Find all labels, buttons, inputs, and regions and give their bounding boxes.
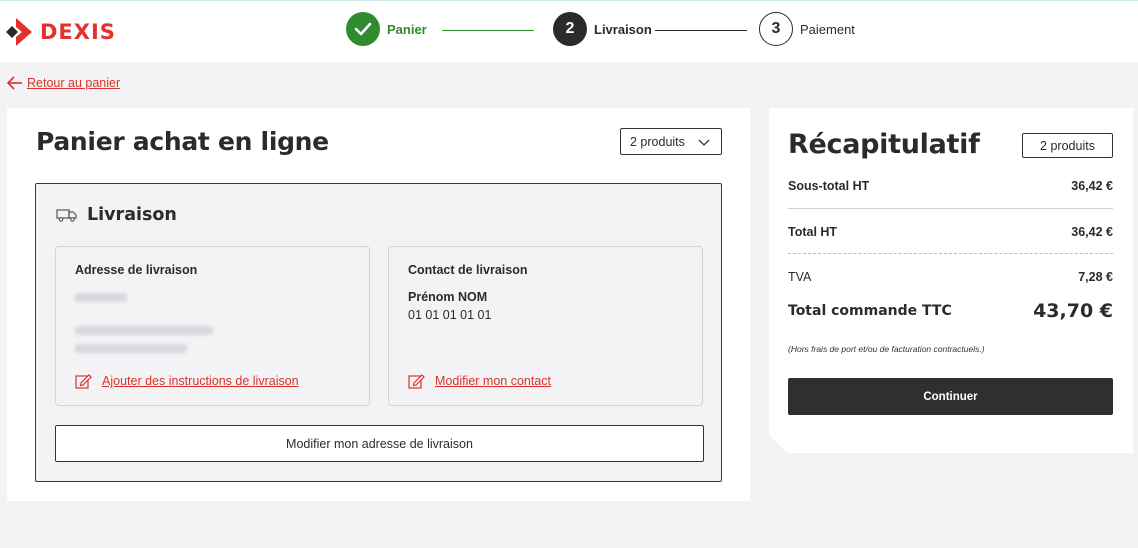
divider (788, 208, 1113, 209)
step-done-circle (346, 12, 380, 46)
step-connector (442, 30, 534, 31)
delivery-title: Livraison (87, 205, 177, 225)
address-title: Adresse de livraison (75, 263, 198, 277)
contact-name: Prénom NOM (408, 290, 488, 304)
continue-button[interactable]: Continuer (788, 378, 1113, 415)
dexis-logo[interactable]: DEXIS (6, 18, 116, 46)
edit-contact[interactable]: Modifier mon contact (408, 373, 551, 389)
subtotal-value: 36,42 € (1071, 179, 1113, 193)
add-instructions-link[interactable]: Ajouter des instructions de livraison (102, 374, 299, 388)
tva-value: 7,28 € (1078, 270, 1113, 284)
total-ttc-label: Total commande TTC (788, 303, 952, 319)
step-active-circle: 2 (553, 12, 587, 46)
shipping-note: (Hors frais de port et/ou de facturation… (788, 344, 985, 354)
edit-address-button[interactable]: Modifier mon adresse de livraison (55, 425, 704, 462)
delivery-contact-card: Contact de livraison Prénom NOM 01 01 01… (388, 246, 703, 406)
total-ht-label: Total HT (788, 225, 838, 239)
contact-phone: 01 01 01 01 01 (408, 308, 492, 322)
step-panier: Panier (346, 12, 427, 46)
subtotal-row: Sous-total HT 36,42 € (788, 179, 1113, 193)
product-count-select[interactable]: 2 produits (620, 128, 722, 155)
subtotal-label: Sous-total HT (788, 179, 870, 193)
total-ttc-row: Total commande TTC 43,70 € (788, 300, 1113, 322)
dexis-logo-icon (6, 18, 32, 46)
back-to-cart-link[interactable]: Retour au panier (27, 76, 120, 90)
summary-title: Récapitulatif (788, 129, 980, 160)
truck-icon (56, 209, 77, 222)
edit-icon (75, 374, 92, 389)
delivery-section: Livraison Adresse de livraison Ajouter d… (35, 183, 722, 482)
add-instructions[interactable]: Ajouter des instructions de livraison (75, 373, 299, 389)
brand-name: DEXIS (40, 20, 116, 44)
edit-icon (408, 374, 425, 389)
redacted-city (75, 344, 187, 353)
step-label-panier: Panier (387, 21, 427, 37)
step-todo-circle: 3 (759, 12, 793, 46)
total-ttc-value: 43,70 € (1033, 300, 1113, 322)
step-livraison: 2 Livraison (553, 12, 652, 46)
product-count-value: 2 produits (630, 134, 685, 149)
delivery-heading: Livraison (56, 205, 177, 225)
contact-title: Contact de livraison (408, 263, 528, 277)
back-to-cart[interactable]: Retour au panier (7, 76, 120, 90)
check-icon (354, 22, 372, 36)
page-title: Panier achat en ligne (36, 127, 329, 156)
summary-card: Récapitulatif 2 produits Sous-total HT 3… (769, 108, 1133, 453)
product-count-badge: 2 produits (1022, 133, 1113, 158)
step-label-paiement: Paiement (800, 21, 855, 37)
top-bar: DEXIS Panier 2 Livraison 3 Paiement (0, 0, 1138, 62)
redacted-street (75, 326, 213, 335)
arrow-left-icon (7, 76, 22, 90)
total-ht-row: Total HT 36,42 € (788, 225, 1113, 239)
step-connector (655, 30, 747, 31)
redacted-company (75, 293, 127, 302)
dashed-divider (788, 253, 1113, 254)
cart-card: Panier achat en ligne 2 produits Livrais… (7, 108, 750, 501)
edit-contact-link[interactable]: Modifier mon contact (435, 374, 551, 388)
tva-row: TVA 7,28 € (788, 270, 1113, 284)
delivery-address-card: Adresse de livraison Ajouter des instruc… (55, 246, 370, 406)
chevron-down-icon (698, 139, 710, 146)
step-paiement: 3 Paiement (759, 12, 855, 46)
step-label-livraison: Livraison (594, 21, 652, 37)
tva-label: TVA (788, 270, 812, 284)
total-ht-value: 36,42 € (1071, 225, 1113, 239)
